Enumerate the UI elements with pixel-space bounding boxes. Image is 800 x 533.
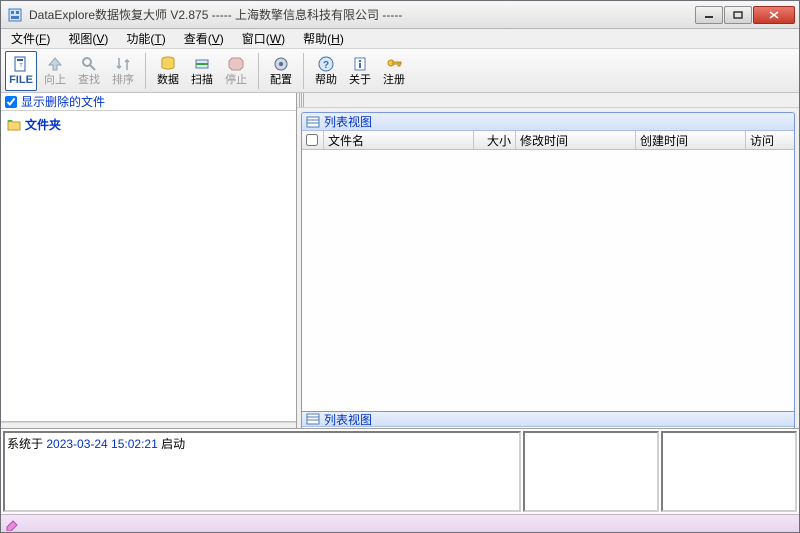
list-view-header: 列表视图: [302, 113, 794, 131]
tool-config-label: 配置: [270, 75, 292, 86]
tree-root-label: 文件夹: [25, 116, 61, 133]
list-view-bottom-title: 列表视图: [324, 411, 372, 428]
titlebar: DataExplore数据恢复大师 V2.875 ----- 上海数擎信息科技有…: [1, 1, 799, 29]
tool-file-label: FILE: [9, 75, 33, 86]
tool-stop-label: 停止: [225, 75, 247, 86]
tool-up-label: 向上: [44, 75, 66, 86]
tool-scan[interactable]: 扫描: [186, 51, 218, 91]
list-view-title: 列表视图: [324, 113, 372, 130]
log-suffix: 启动: [158, 437, 185, 451]
list-icon: [306, 412, 320, 426]
toolbar-separator: [258, 53, 259, 89]
file-icon: T: [12, 55, 30, 73]
menu-file[interactable]: 文件(F): [5, 28, 56, 49]
info-icon: [351, 55, 369, 73]
col-filename[interactable]: 文件名: [324, 131, 474, 149]
close-icon: [769, 11, 779, 19]
tool-data-label: 数据: [157, 75, 179, 86]
maximize-icon: [733, 11, 743, 19]
tool-register-label: 注册: [383, 75, 405, 86]
minimize-button[interactable]: [695, 6, 723, 24]
tree-header: 显示删除的文件: [1, 93, 296, 111]
log-line: 系统于 2023-03-24 15:02:21 启动: [7, 435, 517, 452]
tool-scan-label: 扫描: [191, 75, 213, 86]
col-created[interactable]: 创建时间: [636, 131, 746, 149]
key-icon: [385, 55, 403, 73]
eraser-icon[interactable]: [5, 517, 19, 531]
tool-about-label: 关于: [349, 75, 371, 86]
tool-about[interactable]: 关于: [344, 51, 376, 91]
app-window: DataExplore数据恢复大师 V2.875 ----- 上海数擎信息科技有…: [0, 0, 800, 533]
log-prefix: 系统于: [7, 437, 46, 451]
gear-icon: [272, 55, 290, 73]
menu-window[interactable]: 窗口(W): [236, 28, 291, 49]
list-icon: [306, 115, 320, 129]
content-area: 显示删除的文件 文件夹 列表视图: [1, 93, 799, 428]
right-toolbar: [297, 93, 799, 108]
database-icon: [159, 55, 177, 73]
tool-config[interactable]: 配置: [265, 51, 297, 91]
svg-text:T: T: [19, 63, 22, 69]
window-controls: [695, 6, 795, 24]
window-title: DataExplore数据恢复大师 V2.875 ----- 上海数擎信息科技有…: [29, 6, 695, 23]
menubar: 文件(F) 视图(V) 功能(T) 查看(V) 窗口(W) 帮助(H): [1, 29, 799, 49]
menu-look[interactable]: 查看(V): [178, 28, 230, 49]
svg-text:?: ?: [323, 60, 329, 71]
show-deleted-label: 显示删除的文件: [21, 93, 105, 110]
tool-file[interactable]: T FILE: [5, 51, 37, 91]
select-all-checkbox[interactable]: [306, 134, 318, 146]
close-button[interactable]: [753, 6, 795, 24]
stop-icon: [227, 55, 245, 73]
minimize-icon: [704, 11, 714, 19]
col-modified[interactable]: 修改时间: [516, 131, 636, 149]
tool-search[interactable]: 查找: [73, 51, 105, 91]
sort-icon: [114, 55, 132, 73]
folder-icon: [7, 119, 21, 131]
tool-sort-label: 排序: [112, 75, 134, 86]
file-table-header: 文件名 大小 修改时间 创建时间 访问: [302, 131, 794, 150]
help-icon: ?: [317, 55, 335, 73]
log-time: 2023-03-24 15:02:21: [46, 437, 157, 451]
tree-body[interactable]: 文件夹: [1, 111, 296, 422]
tool-help[interactable]: ? 帮助: [310, 51, 342, 91]
toolbar-separator: [303, 53, 304, 89]
tool-search-label: 查找: [78, 75, 100, 86]
maximize-button[interactable]: [724, 6, 752, 24]
status-panel-1: [523, 431, 659, 512]
tool-data[interactable]: 数据: [152, 51, 184, 91]
grip-icon: [299, 93, 305, 107]
toolbar-separator: [145, 53, 146, 89]
app-icon: [7, 7, 23, 23]
col-accessed[interactable]: 访问: [746, 131, 794, 149]
list-pane: 列表视图 文件名 大小 修改时间 创建时间 访问 列表视图: [297, 93, 799, 428]
up-arrow-icon: [46, 55, 64, 73]
col-size[interactable]: 大小: [474, 131, 516, 149]
tool-stop[interactable]: 停止: [220, 51, 252, 91]
tool-sort[interactable]: 排序: [107, 51, 139, 91]
status-panel-2: [661, 431, 797, 512]
tree-pane: 显示删除的文件 文件夹: [1, 93, 297, 428]
tool-up[interactable]: 向上: [39, 51, 71, 91]
log-row: 系统于 2023-03-24 15:02:21 启动: [1, 428, 799, 514]
menu-view[interactable]: 视图(V): [62, 28, 114, 49]
file-table-body[interactable]: [302, 150, 794, 411]
statusbar: [1, 514, 799, 532]
toolbar: T FILE 向上 查找 排序 数据 扫描 停止: [1, 49, 799, 93]
menu-function[interactable]: 功能(T): [120, 28, 171, 49]
log-panel[interactable]: 系统于 2023-03-24 15:02:21 启动: [3, 431, 521, 512]
scan-icon: [193, 55, 211, 73]
tree-root-item[interactable]: 文件夹: [5, 115, 292, 134]
col-check[interactable]: [302, 131, 324, 149]
list-view-panel: 列表视图 文件名 大小 修改时间 创建时间 访问: [301, 112, 795, 412]
show-deleted-checkbox[interactable]: [5, 96, 17, 108]
menu-help[interactable]: 帮助(H): [297, 28, 350, 49]
list-view-panel-bottom: 列表视图: [301, 412, 795, 429]
list-view-bottom-header: 列表视图: [302, 412, 794, 427]
search-icon: [80, 55, 98, 73]
tool-register[interactable]: 注册: [378, 51, 410, 91]
tool-help-label: 帮助: [315, 75, 337, 86]
